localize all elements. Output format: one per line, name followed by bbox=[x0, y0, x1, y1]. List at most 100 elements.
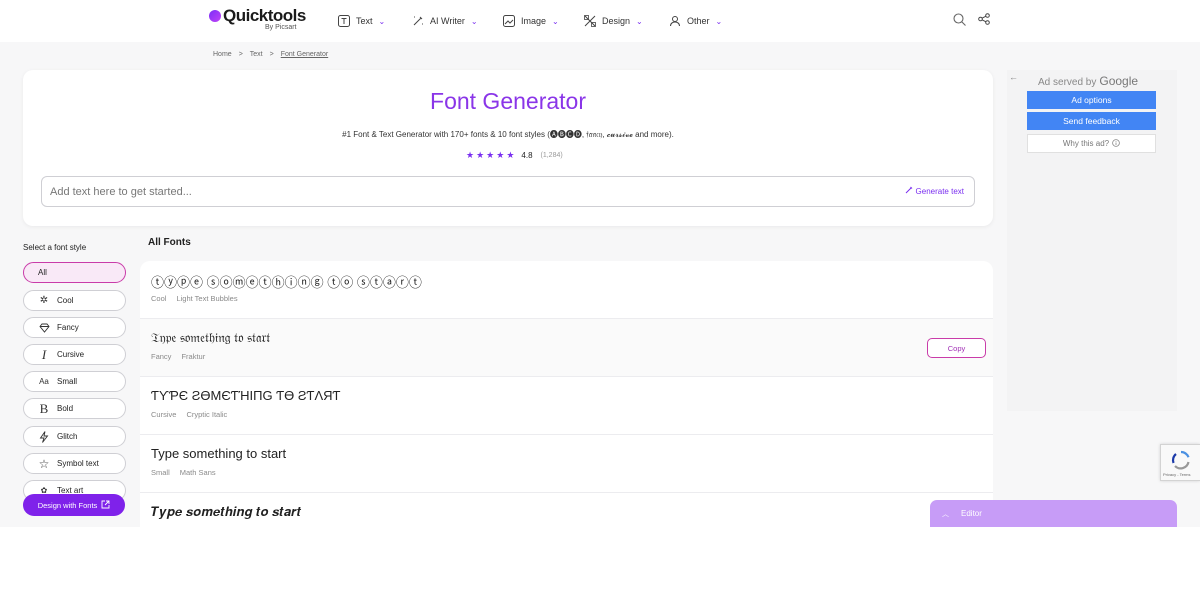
style-label: Cool bbox=[57, 296, 74, 305]
ad-served-label: Ad served by bbox=[1038, 77, 1097, 88]
style-label: All bbox=[38, 268, 47, 277]
generate-text-button[interactable]: Generate text bbox=[905, 186, 964, 196]
cursive-i-icon: I bbox=[41, 346, 47, 362]
style-cool[interactable]: ✲ Cool bbox=[23, 290, 126, 311]
share-icon[interactable] bbox=[976, 11, 992, 27]
bold-b-icon: B bbox=[39, 400, 49, 416]
why-this-ad-label: Why this ad? bbox=[1062, 139, 1110, 148]
chevron-up-icon: ︿ bbox=[942, 510, 949, 518]
style-fancy[interactable]: Fancy bbox=[23, 317, 126, 338]
search-icon[interactable] bbox=[951, 11, 967, 27]
nav-text[interactable]: Text ⌄ bbox=[337, 12, 385, 30]
ad-panel: ← Ad served by Google Ad options Send fe… bbox=[1007, 70, 1177, 411]
magic-wand-icon bbox=[905, 186, 913, 196]
font-sample: 𝔗𝔶𝔭𝔢 𝔰𝔬𝔪𝔢𝔱𝔥𝔦𝔫𝔤 𝔱𝔬 𝔰𝔱𝔞𝔯𝔱 bbox=[151, 330, 271, 345]
font-category: Cool bbox=[151, 294, 167, 303]
design-icon bbox=[583, 15, 596, 28]
font-category: Cursive bbox=[151, 410, 177, 419]
editor-bar[interactable]: ︿ Editor bbox=[930, 500, 1177, 527]
breadcrumb-separator: > bbox=[269, 51, 274, 58]
page: Quicktools By Picsart Text ⌄ AI Writer ⌄… bbox=[0, 0, 1200, 610]
logo-subtitle: By Picsart bbox=[265, 24, 297, 31]
chevron-down-icon: ⌄ bbox=[636, 16, 643, 26]
style-small[interactable]: Aa Small bbox=[23, 371, 126, 392]
nav-other[interactable]: Other ⌄ bbox=[668, 12, 722, 30]
breadcrumb-current[interactable]: Font Generator bbox=[281, 51, 328, 58]
ad-served-by: Ad served by Google bbox=[1038, 74, 1138, 88]
star-icon: ☆ bbox=[38, 456, 50, 471]
style-bold[interactable]: B Bold bbox=[23, 398, 126, 419]
text-input-container: Generate text bbox=[41, 176, 975, 207]
font-sample: 𝑻𝒚𝒑𝒆 𝒔𝒐𝒎𝒆𝒕𝒉𝒊𝒏𝒈 𝒕𝒐 𝒔𝒕𝒂𝒓𝒕 bbox=[151, 504, 302, 519]
all-fonts-heading: All Fonts bbox=[148, 237, 191, 248]
copy-button[interactable]: Copy bbox=[927, 338, 986, 358]
style-symbol-text[interactable]: ☆ Symbol text bbox=[23, 453, 126, 474]
diamond-icon bbox=[38, 323, 50, 333]
small-aa-icon: Aa bbox=[39, 377, 49, 386]
logo-wordmark: Quicktools bbox=[209, 6, 306, 26]
font-row[interactable]: Type something to start Small Math Sans bbox=[140, 435, 993, 493]
style-all[interactable]: All bbox=[23, 262, 126, 283]
font-name: Math Sans bbox=[179, 468, 216, 477]
font-name: Fraktur bbox=[181, 352, 206, 361]
nav-design[interactable]: Design ⌄ bbox=[583, 12, 643, 30]
star-icon: ★ bbox=[496, 150, 505, 160]
editor-label: Editor bbox=[961, 509, 982, 518]
text-input[interactable] bbox=[50, 183, 870, 201]
nav-ai-writer[interactable]: AI Writer ⌄ bbox=[411, 12, 478, 30]
nav-label: Text bbox=[356, 16, 373, 26]
chevron-down-icon: ⌄ bbox=[552, 16, 559, 26]
style-cursive[interactable]: I Cursive bbox=[23, 344, 126, 365]
why-this-ad-button[interactable]: Why this ad? bbox=[1027, 134, 1156, 153]
recaptcha-badge[interactable]: Privacy - Terms bbox=[1160, 444, 1200, 481]
style-label: Cursive bbox=[57, 350, 85, 359]
back-arrow-icon[interactable]: ← bbox=[1009, 72, 1018, 82]
image-icon bbox=[502, 15, 515, 28]
recaptcha-terms[interactable]: Privacy - Terms bbox=[1163, 472, 1190, 477]
font-list: ⓣⓨⓟⓔ ⓢⓞⓜⓔⓣⓗⓘⓝⓖ ⓣⓞ ⓢⓣⓐⓡⓣ Cool Light Text … bbox=[140, 261, 993, 527]
design-with-fonts-label: Design with Fonts bbox=[37, 500, 98, 510]
font-meta: Cursive Cryptic Italic bbox=[151, 410, 227, 419]
nav-label: AI Writer bbox=[430, 16, 465, 26]
logo[interactable]: Quicktools By Picsart bbox=[209, 6, 309, 36]
viewport: Quicktools By Picsart Text ⌄ AI Writer ⌄… bbox=[0, 0, 1200, 527]
breadcrumb-home[interactable]: Home bbox=[213, 51, 232, 58]
logo-text: Quicktools bbox=[223, 6, 306, 25]
hero-card: Font Generator #1 Font & Text Generator … bbox=[23, 70, 993, 226]
font-row[interactable]: 𝑻𝒚𝒑𝒆 𝒔𝒐𝒎𝒆𝒕𝒉𝒊𝒏𝒈 𝒕𝒐 𝒔𝒕𝒂𝒓𝒕 bbox=[140, 493, 993, 527]
ai-writer-icon bbox=[411, 15, 424, 28]
style-glitch[interactable]: Glitch bbox=[23, 426, 126, 447]
font-row[interactable]: 𝔗𝔶𝔭𝔢 𝔰𝔬𝔪𝔢𝔱𝔥𝔦𝔫𝔤 𝔱𝔬 𝔰𝔱𝔞𝔯𝔱 Fancy Fraktur Co… bbox=[140, 319, 993, 377]
nav-label: Other bbox=[687, 16, 710, 26]
font-row[interactable]: ⓣⓨⓟⓔ ⓢⓞⓜⓔⓣⓗⓘⓝⓖ ⓣⓞ ⓢⓣⓐⓡⓣ Cool Light Text … bbox=[140, 261, 993, 319]
star-icon: ★ bbox=[476, 150, 485, 160]
star-icon: ★ bbox=[506, 150, 515, 160]
nav-label: Image bbox=[521, 16, 547, 26]
style-label: Glitch bbox=[57, 432, 78, 441]
google-logo: Google bbox=[1099, 74, 1139, 88]
info-icon bbox=[1112, 138, 1120, 149]
font-name: Light Text Bubbles bbox=[176, 294, 238, 303]
star-icon: ★ bbox=[486, 150, 495, 160]
sparkle-icon: ✲ bbox=[39, 295, 49, 306]
ad-options-button[interactable]: Ad options bbox=[1027, 91, 1156, 109]
font-category: Small bbox=[151, 468, 170, 477]
font-category: Fancy bbox=[151, 352, 172, 361]
glitch-bolt-icon bbox=[38, 430, 50, 443]
design-with-fonts-button[interactable]: Design with Fonts bbox=[23, 494, 125, 516]
chevron-down-icon: ⌄ bbox=[715, 16, 723, 26]
star-icon: ★ bbox=[466, 150, 475, 160]
style-label: Fancy bbox=[57, 323, 79, 332]
page-title: Font Generator bbox=[430, 88, 586, 114]
chevron-down-icon: ⌄ bbox=[470, 16, 478, 26]
rating-value: 4.8 bbox=[521, 151, 533, 160]
font-row[interactable]: ƬƳƤЄ ƧӨMЄƬΉIПG ƬӨ ƧƬΛЯƬ Cursive Cryptic … bbox=[140, 377, 993, 435]
breadcrumb-text[interactable]: Text bbox=[250, 51, 263, 58]
font-sample: ƬƳƤЄ ƧӨMЄƬΉIПG ƬӨ ƧƬΛЯƬ bbox=[151, 388, 341, 403]
text-icon bbox=[337, 15, 350, 28]
send-feedback-button[interactable]: Send feedback bbox=[1027, 112, 1156, 130]
nav-image[interactable]: Image ⌄ bbox=[502, 12, 559, 30]
style-label: Symbol text bbox=[57, 459, 99, 468]
breadcrumb: Home > Text > Font Generator bbox=[213, 51, 328, 58]
chevron-down-icon: ⌄ bbox=[378, 16, 386, 26]
